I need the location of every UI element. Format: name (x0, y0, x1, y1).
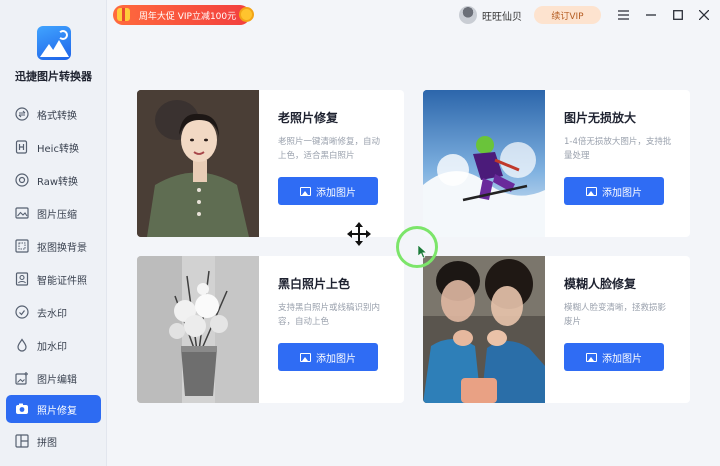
sidebar-item-heic[interactable]: Heic转换 (6, 133, 101, 161)
add-image-label: 添加图片 (316, 353, 356, 365)
click-highlight (396, 226, 438, 268)
old-photo-sample-image (137, 90, 259, 237)
sidebar-item-label: 智能证件照 (37, 275, 87, 287)
add-watermark-icon (15, 338, 29, 352)
gift-icon (117, 8, 130, 21)
raw-icon (15, 173, 29, 187)
card-description: 模糊人脸变清晰，拯救损影废片 (564, 303, 667, 327)
remove-watermark-icon (15, 305, 29, 319)
sidebar-item-format-convert[interactable]: 格式转换 (6, 100, 101, 128)
card-bw-colorize: 黑白照片上色 支持黑白照片或线稿识别内容，自动上色 添加图片 (137, 256, 404, 403)
cutout-icon (15, 239, 29, 253)
heic-icon (15, 140, 29, 154)
id-photo-icon (15, 272, 29, 286)
sidebar-item-label: 照片修复 (37, 405, 77, 417)
card-title: 老照片修复 (278, 111, 339, 125)
photo-repair-icon (15, 402, 29, 416)
image-icon (586, 352, 597, 362)
add-image-button[interactable]: 添加图片 (564, 343, 664, 371)
image-icon (586, 186, 597, 196)
card-blurry-face-repair: 模糊人脸修复 模糊人脸变清晰，拯救损影废片 添加图片 (423, 256, 690, 403)
sidebar-item-label: 加水印 (37, 341, 67, 353)
card-lossless-upscale: 图片无损放大 1-4倍无损放大图片，支持批量处理 添加图片 (423, 90, 690, 237)
sidebar-item-cutout[interactable]: 抠图换背景 (6, 232, 101, 260)
sidebar-item-label: 拼图 (37, 437, 57, 449)
sidebar-item-label: 格式转换 (37, 110, 77, 122)
add-image-label: 添加图片 (602, 353, 642, 365)
add-image-label: 添加图片 (316, 187, 356, 199)
image-icon (300, 352, 311, 362)
app-logo-icon (37, 26, 71, 60)
sidebar-item-add-watermark[interactable]: 加水印 (6, 331, 101, 359)
sidebar-item-remove-watermark[interactable]: 去水印 (6, 298, 101, 326)
user-name[interactable]: 旺旺仙贝 (482, 8, 522, 23)
sidebar-item-id-photo[interactable]: 智能证件照 (6, 265, 101, 293)
format-convert-icon (15, 107, 29, 121)
image-edit-icon (15, 371, 29, 385)
sidebar-item-label: Heic转换 (37, 143, 79, 155)
card-title: 模糊人脸修复 (564, 277, 637, 291)
promo-banner[interactable]: 周年大促 VIP立减100元 (113, 5, 254, 25)
sidebar-item-collage[interactable]: 拼图 (6, 427, 101, 455)
collage-icon (15, 434, 29, 448)
card-description: 1-4倍无损放大图片，支持批量处理 (564, 137, 672, 161)
maximize-icon[interactable] (668, 5, 688, 25)
compress-icon (15, 206, 29, 220)
coin-icon (239, 7, 254, 22)
sidebar-item-raw[interactable]: Raw转换 (6, 166, 101, 194)
sidebar-item-compress[interactable]: 图片压缩 (6, 199, 101, 227)
card-title: 图片无损放大 (564, 111, 637, 125)
card-description: 支持黑白照片或线稿识别内容，自动上色 (278, 303, 381, 327)
add-image-label: 添加图片 (602, 187, 642, 199)
add-image-button[interactable]: 添加图片 (278, 177, 378, 205)
card-old-photo-repair: 老照片修复 老照片一键清晰修复，自动上色，适合黑白照片 添加图片 (137, 90, 404, 237)
card-title: 黑白照片上色 (278, 277, 351, 291)
mouse-pointer-icon (417, 244, 428, 259)
sidebar-item-photo-repair[interactable]: 照片修复 (6, 395, 101, 423)
add-image-button[interactable]: 添加图片 (278, 343, 378, 371)
sidebar-item-label: 图片编辑 (37, 374, 77, 386)
app-name: 迅捷图片转换器 (15, 70, 92, 83)
sidebar-item-label: 抠图换背景 (37, 242, 87, 254)
add-image-button[interactable]: 添加图片 (564, 177, 664, 205)
image-icon (300, 186, 311, 196)
flowers-sample-image (137, 256, 259, 403)
close-icon[interactable] (694, 5, 714, 25)
avatar[interactable] (459, 6, 477, 24)
promo-text: 周年大促 VIP立减100元 (138, 11, 237, 22)
move-cursor-icon (346, 221, 372, 247)
sidebar-item-label: 去水印 (37, 308, 67, 320)
couple-sample-image (423, 256, 545, 403)
skier-sample-image (423, 90, 545, 237)
renew-vip-button[interactable]: 续订VIP (534, 6, 601, 24)
sidebar: 迅捷图片转换器 格式转换 Heic转换 Raw转换 图片压缩 抠图换背景 智能证… (0, 0, 107, 466)
sidebar-item-label: Raw转换 (37, 176, 79, 188)
sidebar-item-image-edit[interactable]: 图片编辑 (6, 364, 101, 392)
minimize-icon[interactable] (641, 5, 661, 25)
card-description: 老照片一键清晰修复，自动上色，适合黑白照片 (278, 137, 381, 161)
sidebar-item-label: 图片压缩 (37, 209, 77, 221)
menu-icon[interactable] (613, 5, 633, 25)
